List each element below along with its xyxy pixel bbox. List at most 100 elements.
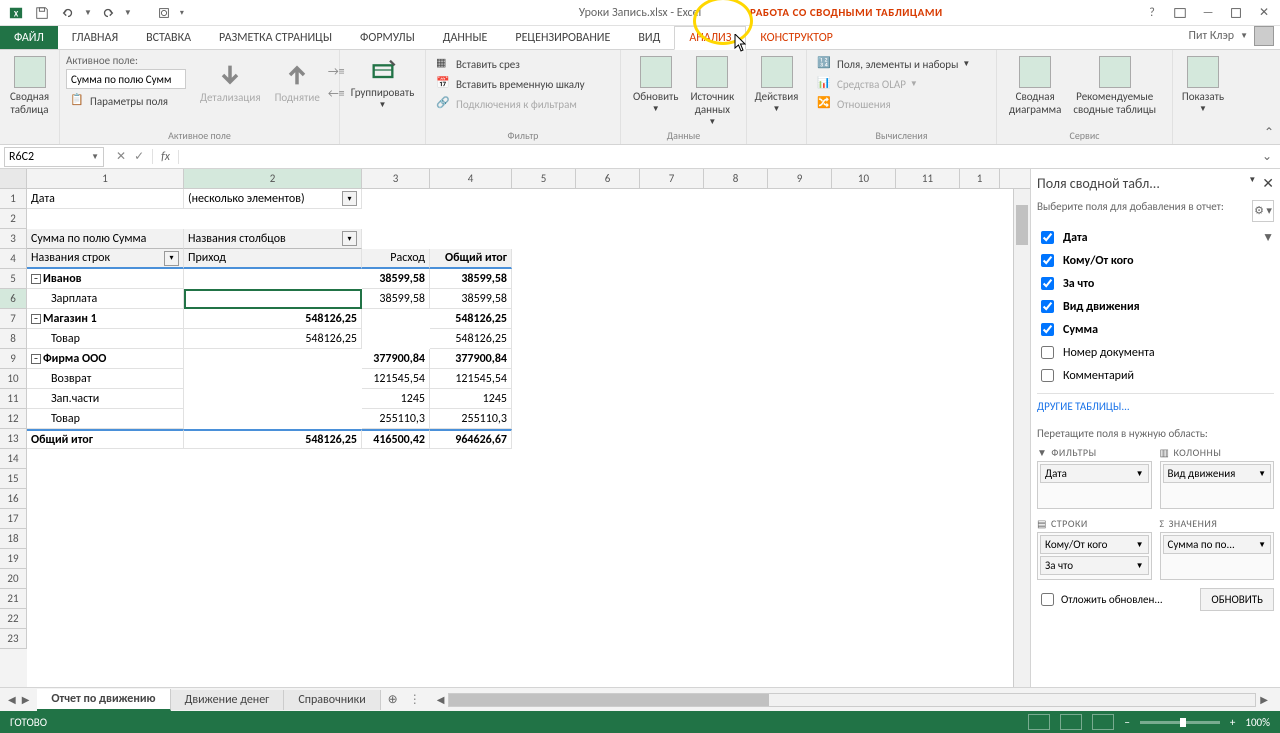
col-header[interactable]: 4 (430, 169, 512, 188)
zoom-out-icon[interactable]: − (1124, 716, 1129, 729)
olap-button[interactable]: 📊Средства OLAP ▼ (813, 74, 990, 94)
fields-items-button[interactable]: 🔢Поля, элементы и наборы ▼ (813, 54, 990, 74)
refresh-button[interactable]: Обновить▼ (627, 54, 684, 130)
field-pane-close-icon[interactable]: ✕ (1262, 175, 1274, 192)
maximize-icon[interactable] (1226, 3, 1246, 23)
cell[interactable]: 416500,42 (362, 429, 430, 449)
zoom-in-icon[interactable]: + (1230, 716, 1235, 729)
cell[interactable]: Названия столбцов▾ (184, 229, 362, 249)
field-item[interactable]: Дата▼ (1037, 226, 1274, 249)
filters-drop-box[interactable]: Дата▼ (1037, 461, 1152, 509)
expand-icon[interactable]: − (31, 274, 41, 284)
add-sheet-button[interactable]: ⊕ (381, 688, 405, 712)
confirm-formula-icon[interactable]: ✓ (134, 149, 144, 164)
save-icon[interactable] (32, 3, 52, 23)
tab-page-layout[interactable]: РАЗМЕТКА СТРАНИЦЫ (205, 26, 346, 49)
col-header[interactable]: 3 (362, 169, 430, 188)
zoom-slider[interactable] (1140, 721, 1220, 724)
cell[interactable]: Возврат (27, 369, 184, 389)
tab-home[interactable]: ГЛАВНАЯ (58, 26, 132, 49)
tab-data[interactable]: ДАННЫЕ (429, 26, 502, 49)
view-page-layout-icon[interactable] (1060, 714, 1082, 730)
fx-icon[interactable]: fx (153, 150, 179, 164)
cell[interactable]: −Магазин 1 (27, 309, 184, 329)
expand-icon[interactable]: − (31, 314, 41, 324)
defer-checkbox[interactable]: Отложить обновлен... (1037, 590, 1163, 609)
field-pane-gear-icon[interactable]: ⚙ ▾ (1252, 200, 1274, 222)
cell[interactable]: 548126,25 (184, 429, 362, 449)
cell[interactable]: 964626,67 (430, 429, 512, 449)
recommended-button[interactable]: Рекомендуемые сводные таблицы (1067, 54, 1162, 118)
cell[interactable]: 548126,25 (184, 309, 362, 329)
cell[interactable]: 255110,3 (430, 409, 512, 429)
tab-review[interactable]: РЕЦЕНЗИРОВАНИЕ (501, 26, 624, 49)
tab-design[interactable]: КОНСТРУКТОР (746, 26, 846, 49)
cell[interactable]: 548126,25 (184, 329, 362, 349)
cell[interactable]: 1245 (362, 389, 430, 409)
cell[interactable]: 38599,58 (362, 269, 430, 289)
drop-pill[interactable]: Кому/От кого▼ (1040, 535, 1149, 554)
active-cell[interactable] (184, 289, 362, 309)
field-item[interactable]: Комментарий (1037, 364, 1274, 387)
close-icon[interactable]: ✕ (1254, 3, 1274, 23)
cell[interactable]: Общий итог (430, 249, 512, 269)
update-button[interactable]: ОБНОВИТЬ (1200, 588, 1274, 611)
sheet-nav-prev-icon[interactable]: ◀ (8, 693, 16, 706)
view-page-break-icon[interactable] (1092, 714, 1114, 730)
cell[interactable]: Товар (27, 409, 184, 429)
pivot-table-button[interactable]: Сводная таблица (6, 54, 53, 118)
col-header[interactable]: 1 (27, 169, 184, 188)
col-header[interactable]: 9 (768, 169, 832, 188)
field-item[interactable]: Номер документа (1037, 341, 1274, 364)
sheet-tab[interactable]: Движение денег (171, 690, 285, 710)
cell[interactable]: Общий итог (27, 429, 184, 449)
values-drop-box[interactable]: Сумма по по...▼ (1160, 532, 1275, 580)
col-header[interactable]: 8 (704, 169, 768, 188)
col-header[interactable]: 1 (960, 169, 1000, 188)
horizontal-scrollbar[interactable]: ◀ ▶ (425, 693, 1280, 707)
minimize-icon[interactable]: — (1198, 3, 1218, 23)
rows-drop-box[interactable]: Кому/От кого▼ За что▼ (1037, 532, 1152, 580)
field-item[interactable]: Кому/От кого (1037, 249, 1274, 272)
col-header[interactable]: 6 (576, 169, 640, 188)
col-header[interactable]: 5 (512, 169, 576, 188)
field-item[interactable]: Сумма (1037, 318, 1274, 341)
sheet-tab[interactable]: Отчет по движению (37, 689, 170, 711)
group-button[interactable]: Группировать ▼ (346, 54, 419, 113)
cancel-formula-icon[interactable]: ✕ (116, 149, 126, 164)
drillup-button[interactable]: Поднятие (269, 59, 326, 106)
column-dropdown-icon[interactable]: ▾ (342, 231, 357, 246)
col-header[interactable]: 7 (640, 169, 704, 188)
view-normal-icon[interactable] (1028, 714, 1050, 730)
cell[interactable]: 548126,25 (430, 329, 512, 349)
field-item[interactable]: Вид движения (1037, 295, 1274, 318)
field-item[interactable]: За что (1037, 272, 1274, 295)
scrollbar-thumb[interactable] (1016, 205, 1028, 245)
col-header[interactable]: 11 (896, 169, 960, 188)
cell[interactable]: (несколько элементов)▾ (184, 189, 362, 209)
col-header[interactable]: 2 (184, 169, 362, 188)
name-box[interactable]: R6C2▼ (4, 147, 104, 167)
show-button[interactable]: Показать▼ (1179, 54, 1227, 117)
cell[interactable]: 38599,58 (430, 289, 512, 309)
filter-dropdown-icon[interactable]: ▾ (342, 191, 357, 206)
vertical-scrollbar[interactable] (1013, 189, 1030, 687)
undo-icon[interactable] (58, 3, 78, 23)
avatar[interactable] (1254, 26, 1274, 46)
drop-pill[interactable]: Сумма по по...▼ (1163, 535, 1272, 554)
scrollbar-thumb[interactable] (449, 694, 769, 706)
cell[interactable]: Сумма по полю Сумма (27, 229, 184, 249)
tab-file[interactable]: ФАЙЛ (0, 26, 58, 49)
relationships-button[interactable]: 🔀Отношения (813, 94, 990, 114)
cell[interactable]: Расход (362, 249, 430, 269)
field-pane-dropdown-icon[interactable]: ▼ (1248, 175, 1256, 192)
cell[interactable]: 377900,84 (362, 349, 430, 369)
cell[interactable]: Приход (184, 249, 362, 269)
cell[interactable]: 121545,54 (430, 369, 512, 389)
drop-pill[interactable]: За что▼ (1040, 556, 1149, 575)
print-preview-icon[interactable] (154, 3, 174, 23)
data-source-button[interactable]: Источник данных▼ (684, 54, 740, 130)
cell[interactable]: Зап.части (27, 389, 184, 409)
user-area[interactable]: Пит Клэр ▼ (1189, 26, 1274, 46)
cells-grid[interactable]: Дата (несколько элементов)▾ Сумма по пол… (27, 189, 1013, 687)
